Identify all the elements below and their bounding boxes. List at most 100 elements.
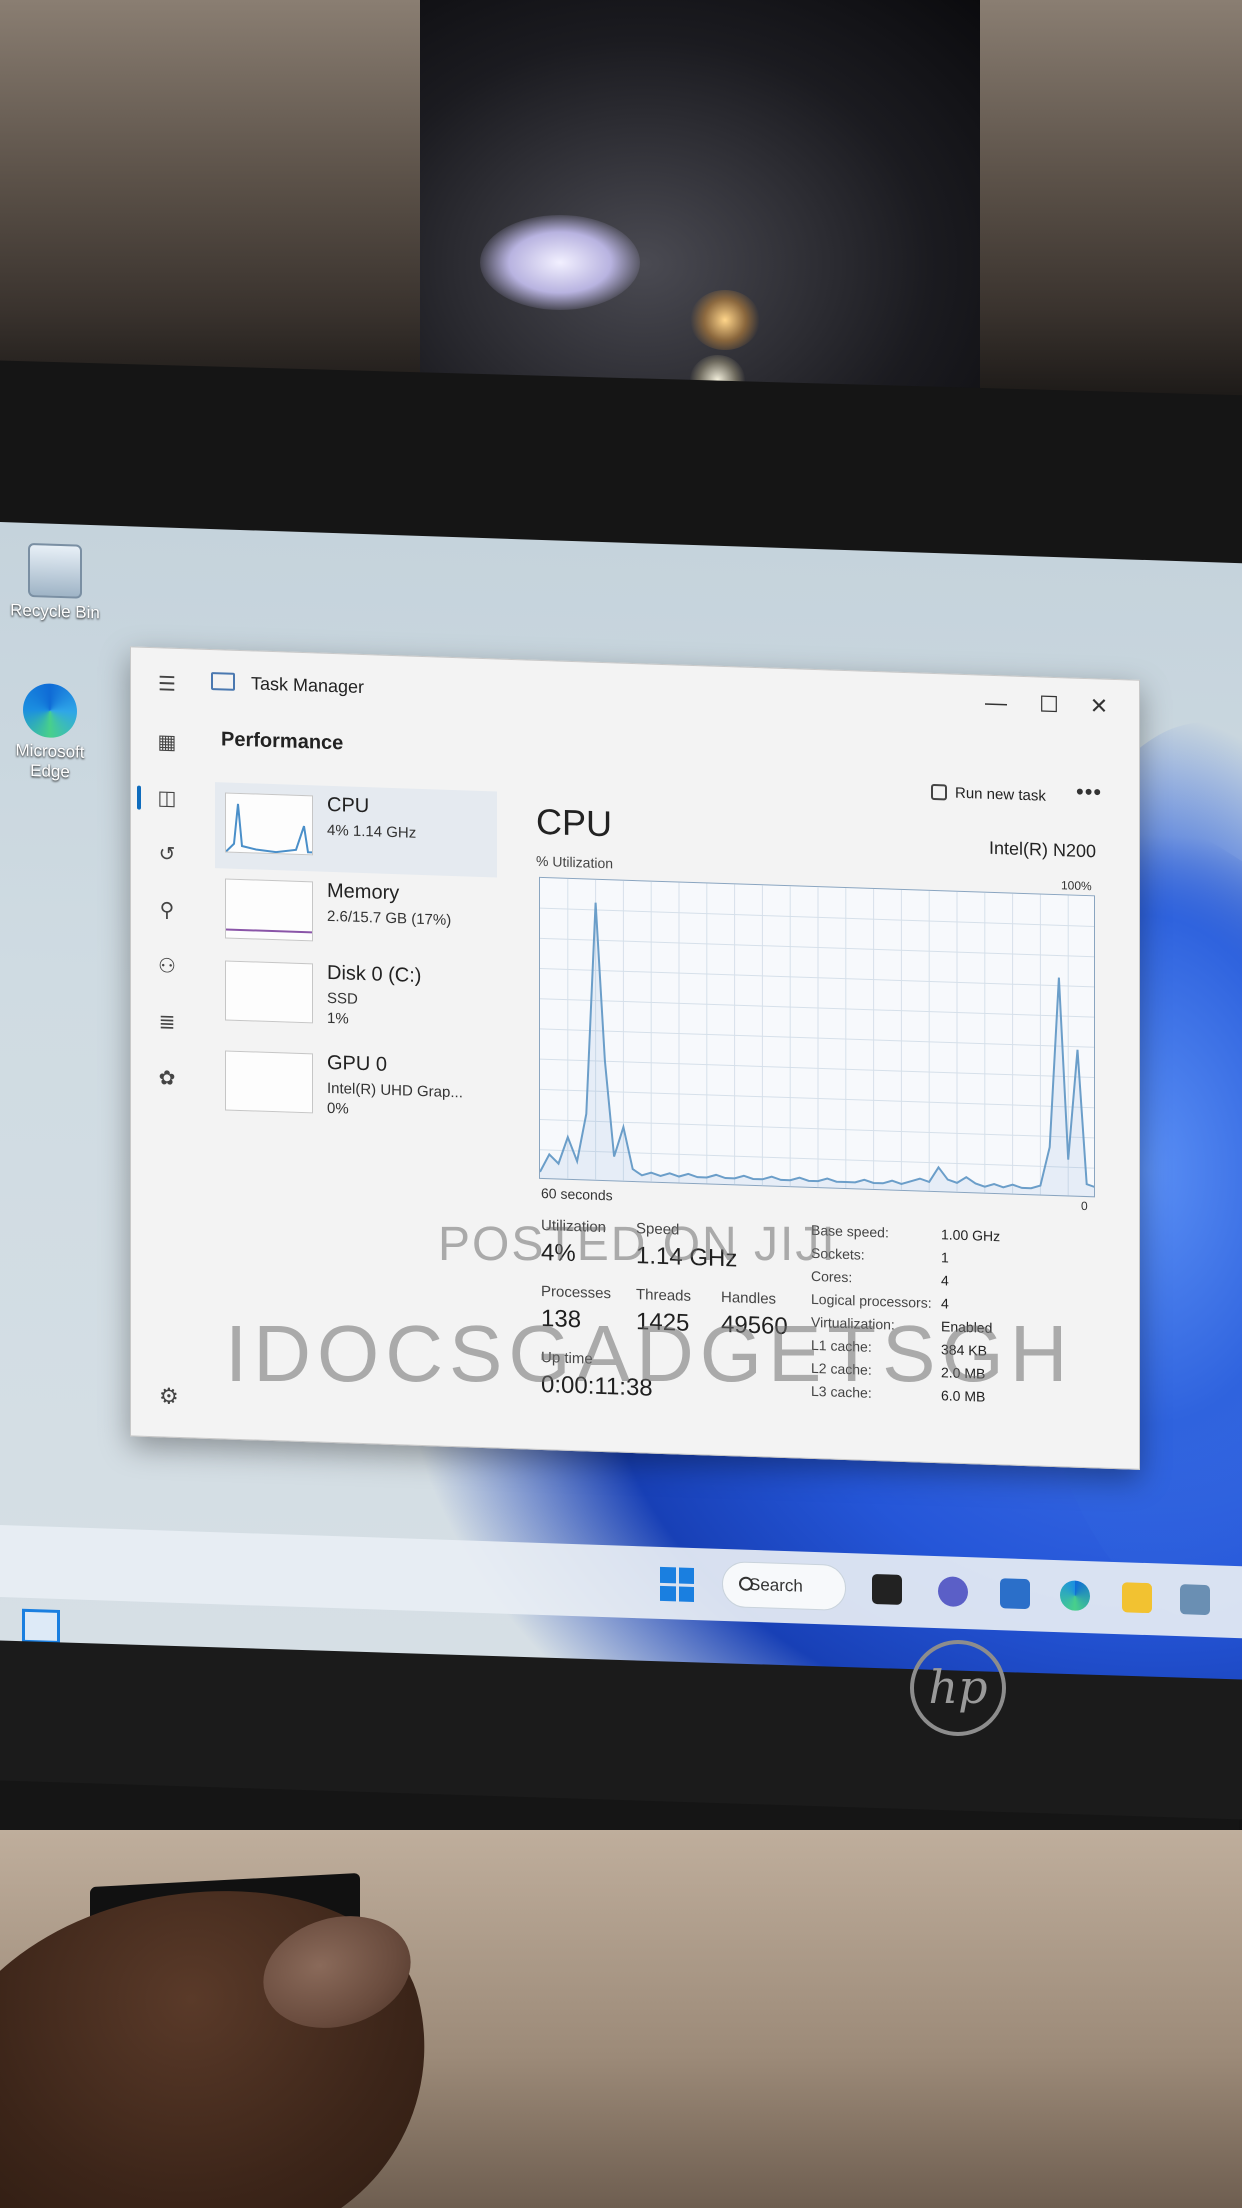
maximize-button[interactable]: ☐ bbox=[1029, 691, 1069, 718]
run-new-task-label: Run new task bbox=[955, 784, 1046, 805]
processes-value: 138 bbox=[541, 1304, 582, 1334]
x-axis-label: 60 seconds bbox=[541, 1184, 613, 1204]
processes-label: Processes bbox=[541, 1282, 612, 1303]
spec-key: L2 cache: bbox=[811, 1359, 872, 1378]
search-label: Search bbox=[749, 1574, 803, 1596]
device-summary: 4% 1.14 GHz bbox=[327, 821, 417, 842]
disk-thumbnail-graph bbox=[225, 960, 313, 1024]
windows-logo-tile bbox=[660, 1566, 676, 1583]
spec-key: L3 cache: bbox=[811, 1382, 872, 1401]
detail-title: CPU bbox=[536, 800, 613, 845]
hp-logo: hp bbox=[910, 1640, 1006, 1736]
device-summary: SSD bbox=[327, 989, 358, 1008]
device-item-gpu[interactable]: GPU 0 Intel(R) UHD Grap... 0% bbox=[215, 1040, 497, 1135]
taskbar-search[interactable]: Search bbox=[722, 1560, 846, 1612]
device-name: Disk 0 (C:) bbox=[327, 961, 422, 987]
device-name: GPU 0 bbox=[327, 1051, 388, 1076]
spec-value: 4 bbox=[941, 1295, 949, 1312]
spec-value: 6.0 MB bbox=[941, 1387, 986, 1405]
spec-key: Virtualization: bbox=[811, 1313, 895, 1333]
recycle-bin-icon bbox=[28, 542, 82, 599]
task-view-icon[interactable] bbox=[872, 1573, 902, 1605]
page-title: Performance bbox=[221, 728, 344, 755]
spec-value: Enabled bbox=[941, 1318, 993, 1336]
y-max-label: 100% bbox=[1061, 878, 1092, 894]
app-history-icon[interactable]: ↺ bbox=[155, 842, 179, 867]
spec-value: 1 bbox=[941, 1249, 949, 1266]
processes-icon[interactable]: ▦ bbox=[155, 730, 179, 755]
device-summary: Intel(R) UHD Grap... bbox=[327, 1079, 463, 1102]
speed-value: 1.14 GHz bbox=[636, 1242, 738, 1273]
spec-value: 1.00 GHz bbox=[941, 1226, 1001, 1245]
settings-gear-icon[interactable]: ⚙ bbox=[159, 1383, 179, 1410]
task-manager-taskbar-icon[interactable] bbox=[1180, 1584, 1210, 1616]
windows-logo-tile bbox=[660, 1585, 676, 1602]
device-name: Memory bbox=[327, 879, 400, 905]
search-icon bbox=[739, 1576, 753, 1591]
cpu-utilization-graph bbox=[539, 876, 1095, 1198]
background-light bbox=[480, 215, 640, 310]
y-axis-label: % Utilization bbox=[536, 852, 614, 872]
handles-label: Handles bbox=[721, 1288, 777, 1308]
uptime-label: Up time bbox=[541, 1348, 593, 1368]
photo-scene: Recycle Bin Microsoft Edge ☰ ▦ ◫ ↺ ⚲ ⚇ ≣… bbox=[0, 0, 1242, 2208]
windows-logo-tile bbox=[678, 1567, 694, 1584]
window-title: Task Manager bbox=[251, 673, 365, 698]
nav-rail: ☰ ▦ ◫ ↺ ⚲ ⚇ ≣ ✿ ⚙ bbox=[131, 647, 205, 1437]
file-explorer-icon[interactable] bbox=[1122, 1582, 1152, 1614]
spec-key: L1 cache: bbox=[811, 1336, 872, 1355]
uptime-value: 0:00:11:38 bbox=[541, 1370, 653, 1402]
handles-value: 49560 bbox=[721, 1310, 788, 1341]
device-summary: 2.6/15.7 GB (17%) bbox=[327, 907, 452, 929]
run-task-icon bbox=[931, 783, 947, 801]
windows-logo-tile bbox=[678, 1586, 694, 1603]
desktop-icon-recycle-bin[interactable]: Recycle Bin bbox=[0, 542, 110, 624]
threads-value: 1425 bbox=[636, 1308, 690, 1337]
spec-key: Cores: bbox=[811, 1267, 853, 1286]
background-light bbox=[690, 290, 760, 350]
task-manager-app-icon bbox=[211, 671, 235, 691]
startup-apps-icon[interactable]: ⚲ bbox=[155, 898, 179, 923]
edge-taskbar-icon[interactable] bbox=[1060, 1580, 1090, 1612]
memory-thumbnail-graph bbox=[225, 878, 313, 942]
selected-indicator bbox=[137, 785, 141, 810]
device-usage: 0% bbox=[327, 1099, 349, 1118]
device-item-cpu[interactable]: CPU 4% 1.14 GHz bbox=[215, 782, 497, 878]
speed-label: Speed bbox=[636, 1220, 680, 1239]
spec-value: 4 bbox=[941, 1272, 949, 1289]
more-options-button[interactable]: ••• bbox=[1076, 779, 1102, 806]
device-usage: 1% bbox=[327, 1009, 349, 1028]
y-min-label: 0 bbox=[1081, 1198, 1088, 1214]
store-icon[interactable] bbox=[1000, 1578, 1030, 1610]
teams-chat-icon[interactable] bbox=[938, 1576, 968, 1608]
close-button[interactable]: ✕ bbox=[1079, 693, 1119, 720]
spec-key: Logical processors: bbox=[811, 1290, 932, 1311]
cpu-thumbnail-graph bbox=[225, 792, 313, 856]
spec-value: 384 KB bbox=[941, 1341, 987, 1359]
spec-value: 2.0 MB bbox=[941, 1364, 986, 1382]
spec-key: Sockets: bbox=[811, 1244, 865, 1263]
desktop-icon-label: Recycle Bin bbox=[10, 600, 100, 623]
users-icon[interactable]: ⚇ bbox=[155, 954, 179, 979]
cpu-chart-svg bbox=[540, 878, 1095, 1198]
utilization-label: Utilization bbox=[541, 1216, 607, 1237]
gpu-thumbnail-graph bbox=[225, 1050, 313, 1114]
device-name: CPU bbox=[327, 793, 370, 818]
spec-key: Base speed: bbox=[811, 1221, 889, 1241]
details-icon[interactable]: ≣ bbox=[155, 1010, 179, 1035]
utilization-value: 4% bbox=[541, 1238, 576, 1268]
edge-icon bbox=[23, 682, 77, 739]
hamburger-menu-icon[interactable]: ☰ bbox=[155, 672, 179, 697]
device-item-memory[interactable]: Memory 2.6/15.7 GB (17%) bbox=[215, 868, 497, 963]
show-desktop-icon[interactable] bbox=[22, 1608, 60, 1644]
cpu-model: Intel(R) N200 bbox=[989, 837, 1097, 862]
desktop-screen: Recycle Bin Microsoft Edge ☰ ▦ ◫ ↺ ⚲ ⚇ ≣… bbox=[0, 522, 1242, 1694]
run-new-task-button[interactable]: Run new task bbox=[931, 783, 1046, 805]
threads-label: Threads bbox=[636, 1286, 692, 1305]
performance-icon[interactable]: ◫ bbox=[155, 786, 179, 811]
start-button[interactable] bbox=[660, 1566, 694, 1603]
desktop-icon-edge[interactable]: Microsoft Edge bbox=[0, 682, 100, 783]
device-item-disk[interactable]: Disk 0 (C:) SSD 1% bbox=[215, 950, 497, 1045]
minimize-button[interactable]: — bbox=[976, 689, 1016, 716]
services-icon[interactable]: ✿ bbox=[155, 1066, 179, 1091]
